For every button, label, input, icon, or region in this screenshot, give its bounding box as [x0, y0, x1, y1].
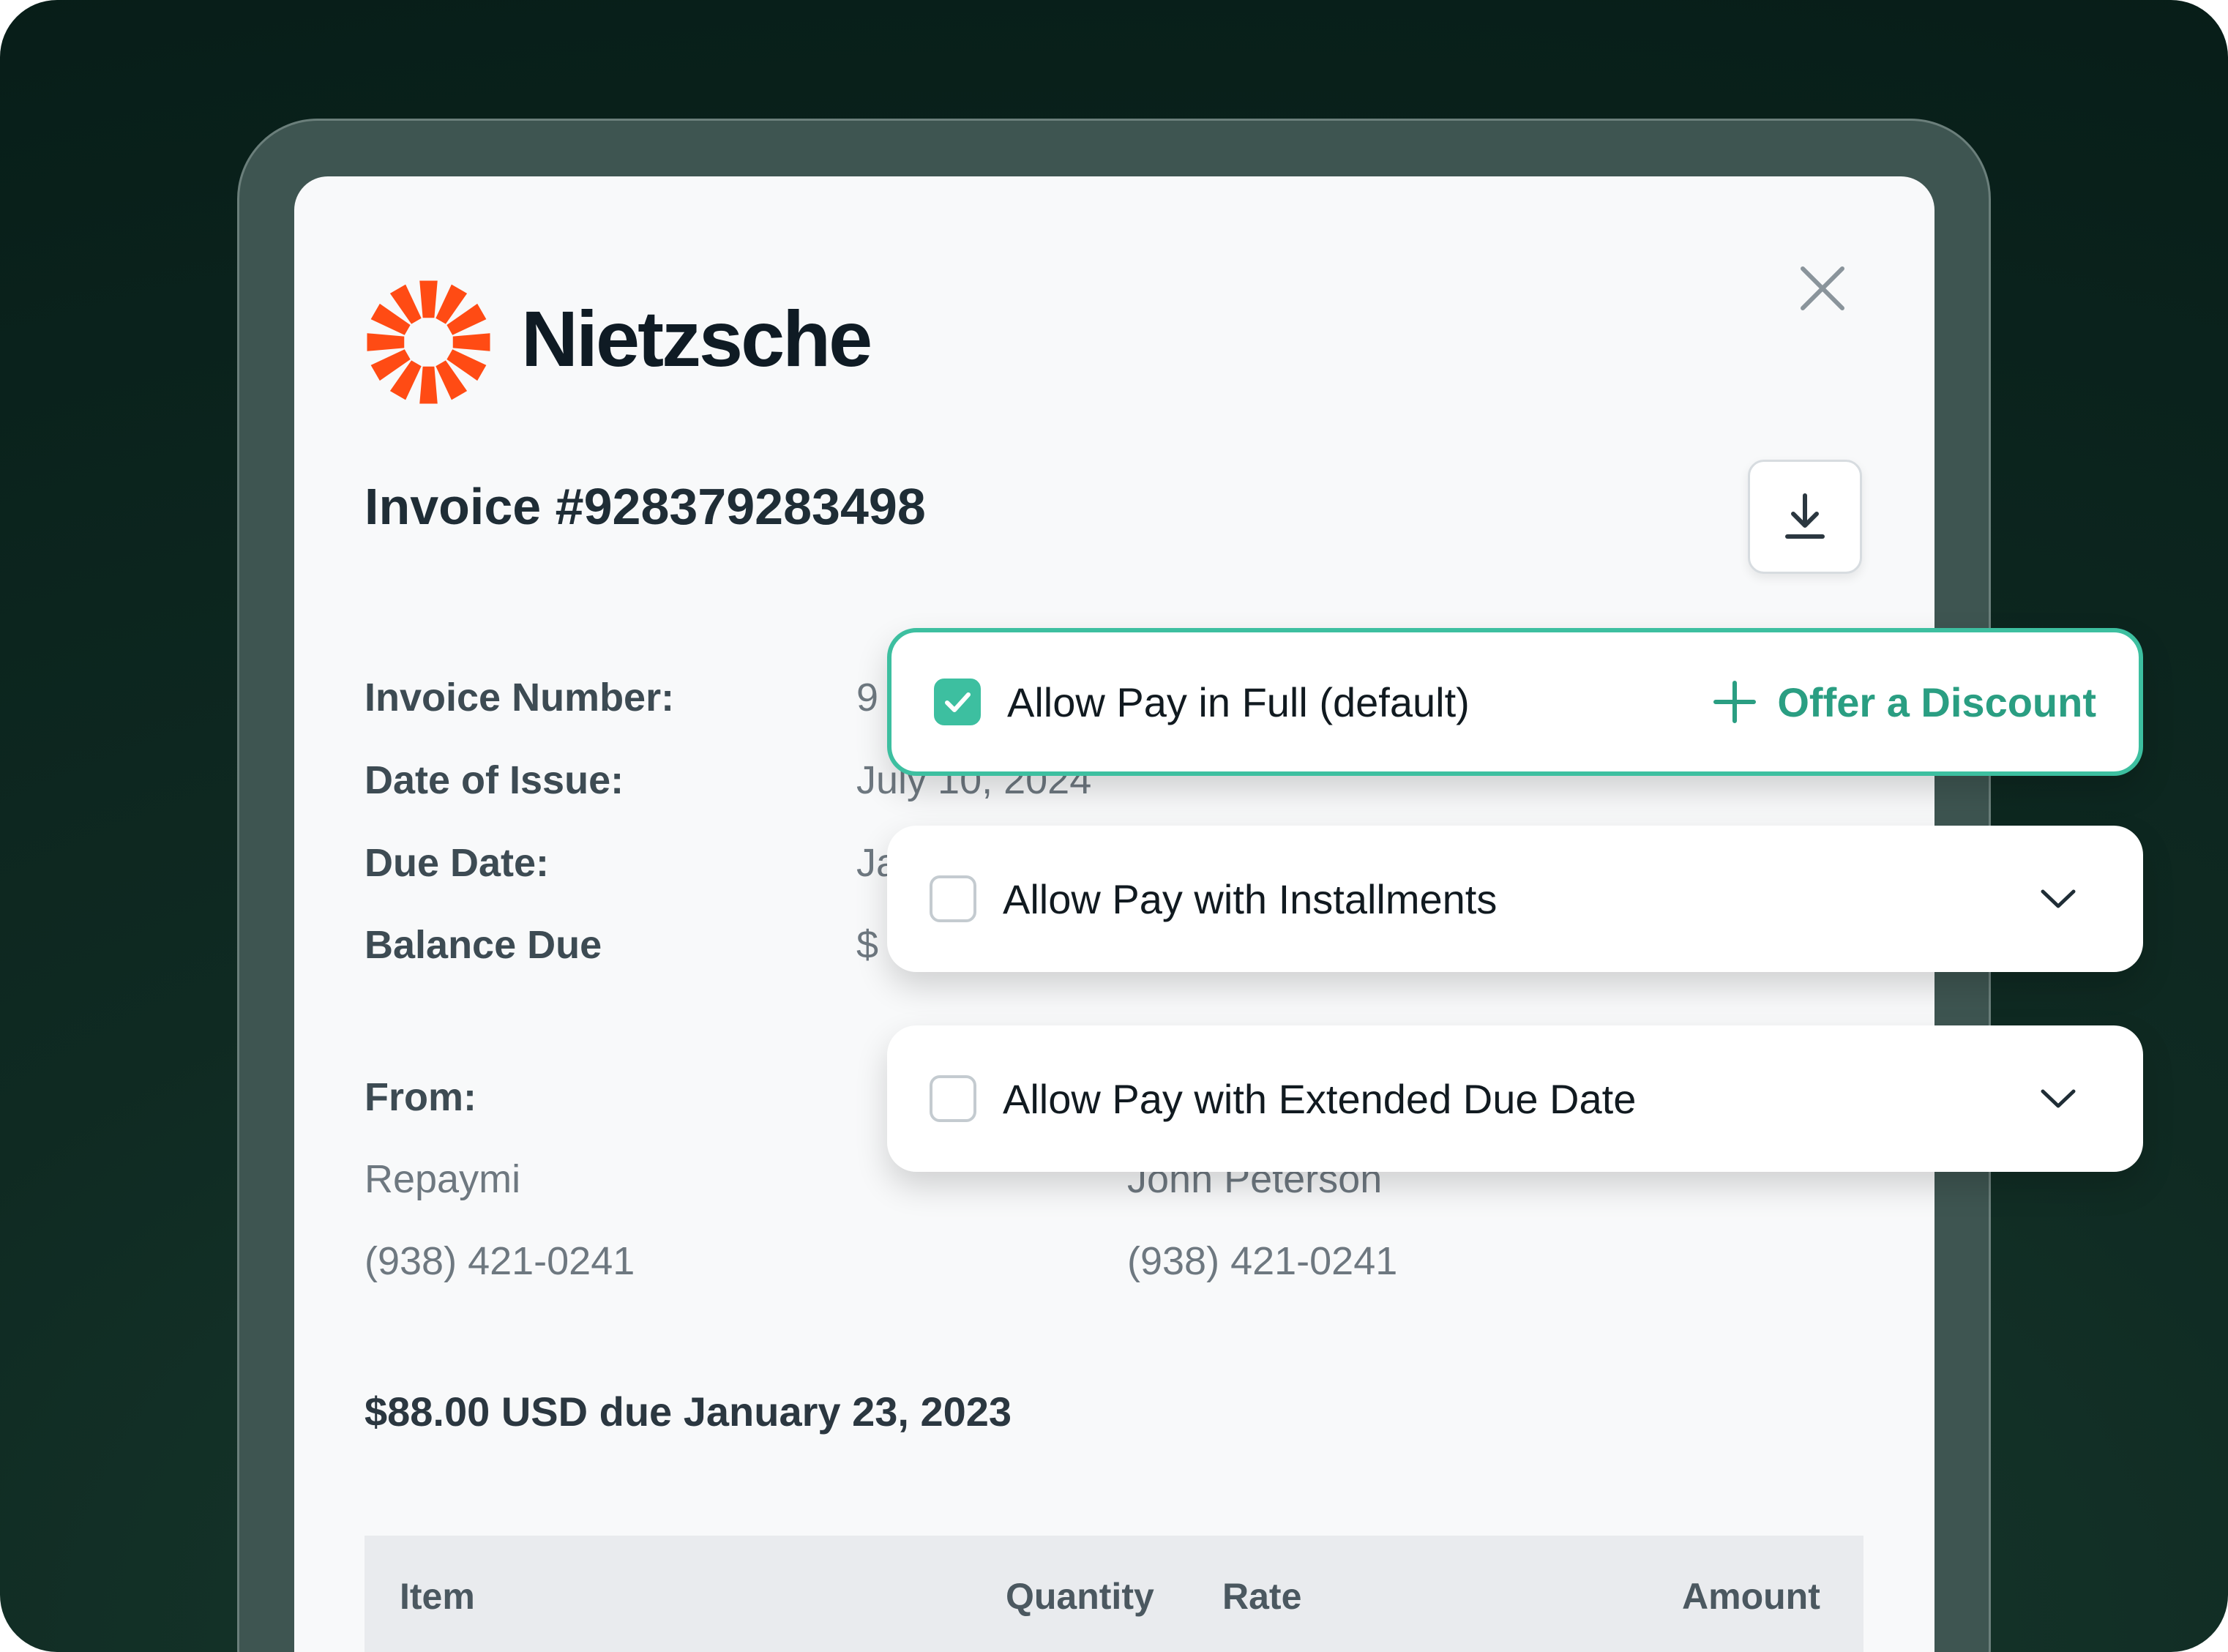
- pay-extended-due-date-label: Allow Pay with Extended Due Date: [1003, 1075, 1637, 1122]
- pay-installments-label: Allow Pay with Installments: [1003, 875, 1498, 922]
- plus-icon: [1713, 681, 1757, 723]
- installments-expand-toggle[interactable]: [2035, 875, 2082, 922]
- balance-due-label: Balance Due: [365, 923, 602, 967]
- close-button[interactable]: [1792, 258, 1853, 319]
- from-label: From:: [365, 1075, 476, 1119]
- option-pay-in-full[interactable]: Allow Pay in Full (default) Offer a Disc…: [887, 628, 2143, 776]
- option-pay-installments[interactable]: Allow Pay with Installments: [887, 826, 2143, 972]
- chevron-down-icon: [2041, 1089, 2076, 1108]
- offer-discount-button[interactable]: Offer a Discount: [1713, 679, 2096, 726]
- from-name: Repaymi: [365, 1157, 521, 1201]
- sunburst-logo-icon: [367, 280, 490, 404]
- to-phone: (938) 421-0241: [1127, 1239, 1398, 1283]
- column-header-quantity: Quantity: [1006, 1576, 1154, 1617]
- pay-in-full-label: Allow Pay in Full (default): [1007, 679, 1470, 725]
- due-date-label: Due Date:: [365, 841, 550, 885]
- close-icon: [1801, 266, 1844, 310]
- pay-installments-checkbox[interactable]: [930, 875, 976, 922]
- download-button[interactable]: [1748, 460, 1862, 574]
- background: Nietzsche Invoice #928379283498 Invoice …: [0, 0, 2228, 1652]
- option-pay-extended-due-date[interactable]: Allow Pay with Extended Due Date: [887, 1025, 2143, 1172]
- date-of-issue-label: Date of Issue:: [365, 758, 624, 802]
- offer-discount-label: Offer a Discount: [1777, 679, 2096, 725]
- invoice-title: Invoice #928379283498: [365, 478, 926, 535]
- chevron-down-icon: [2041, 889, 2076, 908]
- extended-due-date-expand-toggle[interactable]: [2035, 1075, 2082, 1122]
- invoice-number-value: 9: [856, 676, 879, 720]
- amount-due-summary: $88.00 USD due January 23, 2023: [365, 1388, 1012, 1435]
- column-header-rate: Rate: [1222, 1576, 1302, 1617]
- check-icon: [945, 692, 971, 712]
- pay-extended-due-date-checkbox[interactable]: [930, 1075, 976, 1122]
- from-phone: (938) 421-0241: [365, 1239, 635, 1283]
- column-header-item: Item: [400, 1576, 475, 1617]
- invoice-number-label: Invoice Number:: [365, 676, 675, 720]
- balance-due-value: $: [856, 923, 879, 967]
- brand-name: Nietzsche: [521, 294, 872, 383]
- pay-in-full-checkbox[interactable]: [934, 679, 981, 725]
- column-header-amount: Amount: [1682, 1576, 1820, 1617]
- download-icon: [1785, 493, 1825, 539]
